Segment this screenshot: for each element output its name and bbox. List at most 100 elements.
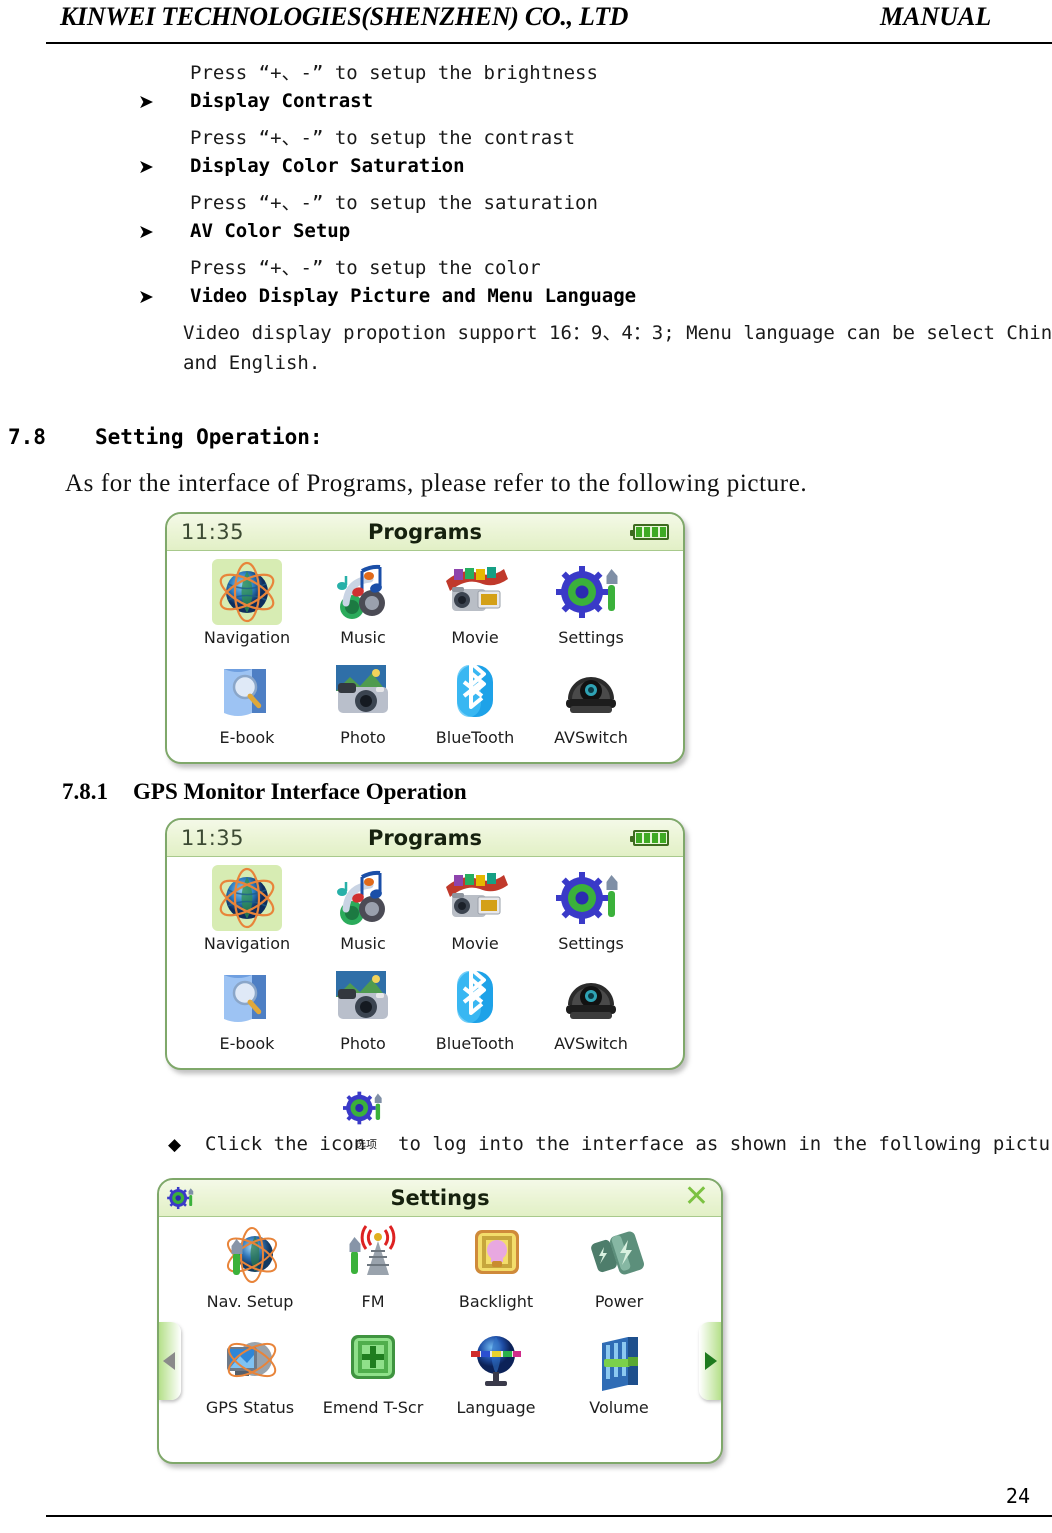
app-label-bluetooth-1: BlueTooth (435, 728, 515, 747)
settings-label-backlight: Backlight (458, 1292, 534, 1311)
monitor-orbit-icon (215, 1329, 285, 1395)
app-label-ebook-1: E-book (219, 728, 275, 747)
subsection-number: 7.8.1 (62, 779, 108, 804)
app-tile-photo-1[interactable]: Photo (307, 659, 419, 747)
app-label-movie-2: Movie (451, 934, 499, 953)
app-label-bluetooth-2: BlueTooth (435, 1034, 515, 1053)
bluetooth-icon (440, 659, 510, 725)
settings-label-language: Language (456, 1398, 536, 1417)
body-line-video-display-menu-language: Video Display Picture and Menu Language (190, 285, 637, 307)
camera-photo-icon (328, 965, 398, 1031)
section-lead-text: As for the interface of Programs, please… (65, 470, 808, 497)
app-tile-bluetooth-1[interactable]: BlueTooth (419, 659, 531, 747)
app-label-ebook-2: E-book (219, 1034, 275, 1053)
bullet-arrow-icon-1: ➤ (138, 91, 154, 113)
header-doc-type: MANUAL (880, 2, 992, 31)
globe-wrench-icon (215, 1223, 285, 1289)
prev-page-arrow[interactable] (159, 1322, 181, 1400)
app-tile-settings-2[interactable]: Settings (535, 865, 647, 953)
app-tile-ebook-1[interactable]: E-book (191, 659, 303, 747)
lightbulb-icon (461, 1223, 531, 1289)
bluetooth-icon (440, 965, 510, 1031)
crosshair-calibrate-icon (338, 1329, 408, 1395)
body-line-color-saturation: Display Color Saturation (190, 155, 465, 177)
page-header: KINWEI TECHNOLOGIES(SHENZHEN) CO., LTD M… (0, 0, 1052, 46)
chevron-left-icon (163, 1352, 175, 1370)
programs-screen-1: 11:35 Programs Navigation Music Movie Se… (165, 512, 685, 764)
app-tile-avswitch-1[interactable]: AVSwitch (535, 659, 647, 747)
programs-title-1: Programs (367, 520, 483, 544)
globe-orbit-icon (212, 865, 282, 931)
camera-photo-icon (328, 659, 398, 725)
settings-grid: Nav. Setup FM Backlight Power GPS Status… (159, 1217, 721, 1462)
settings-tile-power[interactable]: Power (563, 1223, 675, 1311)
battery-icon-2 (630, 830, 669, 846)
programs-titlebar-2: 11:35 Programs (167, 820, 683, 857)
app-tile-photo-2[interactable]: Photo (307, 965, 419, 1053)
app-label-avswitch-1: AVSwitch (554, 728, 628, 747)
app-tile-navigation-2[interactable]: Navigation (191, 865, 303, 953)
next-page-arrow[interactable] (699, 1322, 721, 1400)
programs-grid-1: Navigation Music Movie Settings E-book P… (167, 551, 683, 762)
bullet-diamond-icon: ◆ (168, 1135, 182, 1155)
app-label-photo-2: Photo (340, 1034, 386, 1053)
app-label-music-1: Music (340, 628, 386, 647)
app-label-photo-1: Photo (340, 728, 386, 747)
app-tile-settings-1[interactable]: Settings (535, 559, 647, 647)
settings-tile-nav-setup[interactable]: Nav. Setup (194, 1223, 306, 1311)
app-tile-avswitch-2[interactable]: AVSwitch (535, 965, 647, 1053)
programs-screen-2: 11:35 Programs Navigation Music Movie Se… (165, 818, 685, 1070)
settings-tile-emend-tscr[interactable]: Emend T-Scr (317, 1329, 429, 1417)
section-number: 7.8 (8, 425, 46, 449)
app-tile-ebook-2[interactable]: E-book (191, 965, 303, 1053)
body-line-av-color-setup: AV Color Setup (190, 220, 351, 242)
programs-titlebar-1: 11:35 Programs (167, 514, 683, 551)
app-label-avswitch-2: AVSwitch (554, 1034, 628, 1053)
app-label-settings-1: Settings (558, 628, 624, 647)
close-icon[interactable]: ✕ (684, 1182, 709, 1212)
battery-bolt-icon (584, 1223, 654, 1289)
body-line-contrast: Press “+、-” to setup the contrast (190, 127, 576, 149)
click-instruction-after: to log into the interface as shown in th… (398, 1133, 1052, 1155)
header-divider (46, 42, 1052, 44)
settings-tile-language[interactable]: Language (440, 1329, 552, 1417)
body-line-brightness: Press “+、-” to setup the brightness (190, 62, 598, 84)
bullet-arrow-icon-3: ➤ (138, 221, 154, 243)
page-number: 24 (1005, 1484, 1030, 1508)
battery-icon-1 (630, 524, 669, 540)
subsection-title: GPS Monitor Interface Operation (133, 779, 467, 804)
settings-label-gps-status: GPS Status (205, 1398, 295, 1417)
programs-title-2: Programs (367, 826, 483, 850)
settings-title: Settings (390, 1186, 490, 1210)
app-label-music-2: Music (340, 934, 386, 953)
settings-tile-volume[interactable]: Volume (563, 1329, 675, 1417)
settings-tile-backlight[interactable]: Backlight (440, 1223, 552, 1311)
click-instruction-before: Click the icon (205, 1133, 366, 1155)
chevron-right-icon (705, 1352, 717, 1370)
app-tile-navigation-1[interactable]: Navigation (191, 559, 303, 647)
antenna-wrench-icon (338, 1223, 408, 1289)
body-line-display-contrast: Display Contrast (190, 90, 374, 112)
music-notes-headphones-icon (328, 865, 398, 931)
programs-grid-2: Navigation Music Movie Settings E-book P… (167, 857, 683, 1068)
settings-label-fm: FM (361, 1292, 385, 1311)
body-line-color: Press “+、-” to setup the color (190, 257, 541, 279)
camcorder-film-icon (440, 865, 510, 931)
dome-camera-icon (556, 659, 626, 725)
app-tile-music-1[interactable]: Music (307, 559, 419, 647)
app-tile-movie-2[interactable]: Movie (419, 865, 531, 953)
app-tile-movie-1[interactable]: Movie (419, 559, 531, 647)
book-magnifier-icon (212, 965, 282, 1031)
app-tile-music-2[interactable]: Music (307, 865, 419, 953)
app-tile-bluetooth-2[interactable]: BlueTooth (419, 965, 531, 1053)
volume-slider-icon (584, 1329, 654, 1395)
header-company-name: KINWEI TECHNOLOGIES(SHENZHEN) CO., LTD (60, 2, 629, 31)
settings-titlebar: Settings ✕ (159, 1180, 721, 1217)
body-line-and-english: and English. (183, 352, 321, 374)
music-notes-headphones-icon (328, 559, 398, 625)
body-line-saturation: Press “+、-” to setup the saturation (190, 192, 598, 214)
bullet-arrow-icon-4: ➤ (138, 286, 154, 308)
settings-label-power: Power (594, 1292, 644, 1311)
settings-tile-fm[interactable]: FM (317, 1223, 429, 1311)
settings-tile-gps-status[interactable]: GPS Status (194, 1329, 306, 1417)
